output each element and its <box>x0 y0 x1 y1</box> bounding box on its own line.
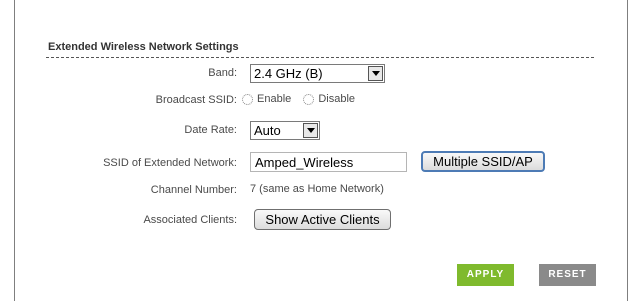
ssid-input[interactable] <box>250 152 407 172</box>
ssid-label: SSID of Extended Network: <box>103 157 237 169</box>
chevron-down-icon[interactable] <box>368 66 383 81</box>
channel-number-label: Channel Number: <box>150 184 237 196</box>
broadcast-ssid-radio-group: Enable Disable <box>242 93 364 105</box>
date-rate-select-value: Auto <box>254 123 281 138</box>
multiple-ssid-button[interactable]: Multiple SSID/AP <box>421 151 545 172</box>
channel-number-value: 7 (same as Home Network) <box>250 183 384 195</box>
band-label: Band: <box>208 67 237 79</box>
disable-radio[interactable] <box>303 93 315 105</box>
date-rate-select[interactable]: Auto <box>250 121 320 140</box>
date-rate-label: Date Rate: <box>184 124 237 136</box>
enable-radio-label[interactable]: Enable <box>257 93 291 105</box>
band-select-value: 2.4 GHz (B) <box>254 66 323 81</box>
associated-clients-label: Associated Clients: <box>143 214 237 226</box>
band-select[interactable]: 2.4 GHz (B) <box>250 64 385 83</box>
chevron-down-icon[interactable] <box>303 123 318 138</box>
reset-button[interactable]: RESET <box>539 264 596 286</box>
enable-radio[interactable] <box>242 93 253 105</box>
apply-button[interactable]: APPLY <box>457 264 514 286</box>
show-active-clients-button[interactable]: Show Active Clients <box>254 209 391 230</box>
section-divider <box>46 57 594 58</box>
broadcast-ssid-label: Broadcast SSID: <box>155 94 237 106</box>
disable-radio-label[interactable]: Disable <box>318 93 355 105</box>
section-title: Extended Wireless Network Settings <box>48 41 239 53</box>
